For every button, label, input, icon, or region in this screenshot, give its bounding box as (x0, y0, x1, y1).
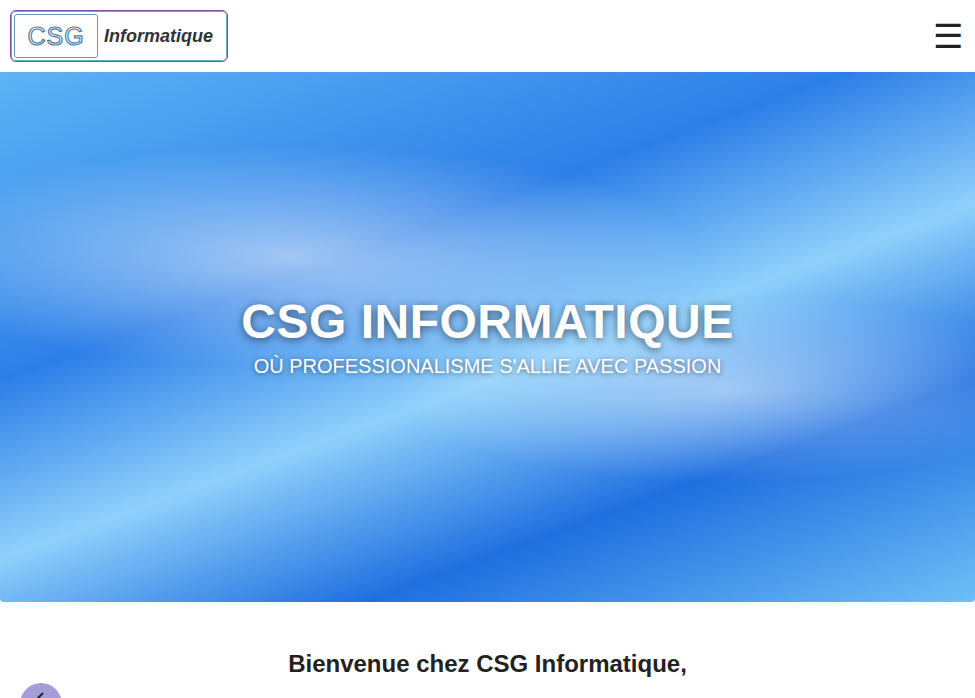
hero-subtitle: OÙ PROFESSIONALISME S'ALLIE AVEC PASSION (254, 351, 722, 381)
hero-title: CSG INFORMATIQUE (241, 293, 733, 351)
logo-mark: CSG (14, 14, 98, 58)
logo-name: Informatique (98, 23, 213, 50)
menu-button[interactable]: ☰ (931, 19, 965, 53)
chevron-left-icon (33, 691, 49, 698)
site-header: CSGInformatique ☰ (0, 0, 975, 72)
back-button[interactable] (20, 683, 62, 698)
welcome-heading: Bienvenue chez CSG Informatique, (0, 602, 975, 679)
logo[interactable]: CSGInformatique (10, 10, 228, 62)
hero-banner: CSG INFORMATIQUEOÙ PROFESSIONALISME S'AL… (0, 72, 975, 602)
